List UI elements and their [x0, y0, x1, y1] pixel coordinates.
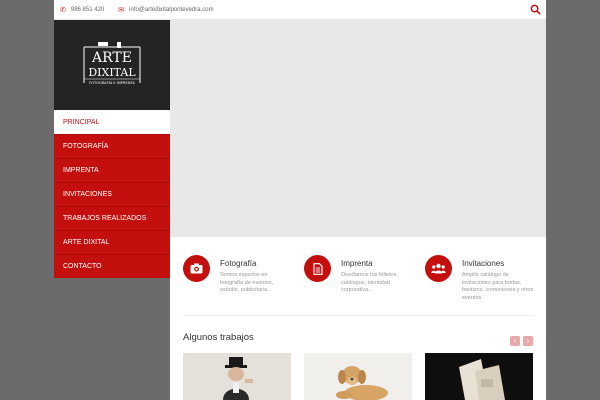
feature-title: Imprenta — [341, 259, 373, 268]
top-bar: ✆ 986 851 420 ✉ info@artedixitalponteved… — [54, 0, 546, 20]
work-thumbnail-2[interactable] — [304, 353, 412, 400]
phone-contact: ✆ 986 851 420 — [60, 6, 104, 14]
menu-item-fotografia[interactable]: FOTOGRAFÍA — [54, 134, 170, 158]
feature-title: Fotografía — [220, 259, 257, 268]
feature-imprenta[interactable]: Imprenta Diseñamos tus folletos, catálog… — [304, 255, 419, 295]
menu-item-trabajos-realizados[interactable]: TRABAJOS REALIZADOS — [54, 206, 170, 230]
feature-title: Invitaciones — [462, 259, 505, 268]
email-address[interactable]: info@artedixitalpontevedra.com — [129, 7, 213, 13]
main-menu: PRINCIPAL FOTOGRAFÍA IMPRENTA INVITACION… — [54, 110, 170, 278]
logo-graphic: ARTE DIXITAL FOTOGRAFÍA E IMPRENTA — [83, 42, 141, 85]
photo-golden-dog — [304, 353, 412, 400]
logo-tagline: FOTOGRAFÍA E IMPRENTA — [89, 80, 135, 85]
feature-desc: Diseñamos tus folletos, catálogos, ident… — [341, 272, 398, 293]
menu-item-contacto[interactable]: CONTACTO — [54, 254, 170, 278]
phone-number: 986 851 420 — [70, 6, 105, 13]
menu-item-invitaciones[interactable]: INVITACIONES — [54, 182, 170, 206]
logo-line2: DIXITAL — [88, 66, 136, 79]
section-divider — [183, 315, 533, 316]
menu-item-arte-dixital[interactable]: ARTE DIXITAL — [54, 230, 170, 254]
work-thumbnail-1[interactable] — [183, 353, 291, 400]
photo-child-hat — [183, 353, 291, 400]
sidebar: ARTE DIXITAL FOTOGRAFÍA E IMPRENTA PRINC… — [54, 20, 170, 278]
feature-icon-circle — [183, 255, 210, 282]
group-icon — [431, 263, 446, 274]
feature-icon-circle — [425, 255, 452, 282]
hero-slider[interactable] — [170, 20, 546, 237]
main-content: Fotografía Somos expertos en fotografía … — [170, 237, 546, 400]
camera-icon — [190, 263, 203, 274]
menu-item-principal[interactable]: PRINCIPAL — [54, 110, 170, 134]
feature-fotografia[interactable]: Fotografía Somos expertos en fotografía … — [183, 255, 298, 295]
feature-desc: Amplio catálogo de invitaciones para bod… — [462, 272, 534, 301]
email-contact[interactable]: ✉ info@artedixitalpontevedra.com — [118, 6, 213, 14]
phone-icon: ✆ — [60, 6, 66, 14]
works-heading: Algunos trabajos — [183, 332, 254, 343]
chevron-left-icon[interactable]: ‹ — [510, 336, 520, 346]
envelope-icon: ✉ — [118, 6, 125, 14]
feature-desc: Somos expertos en fotografía de eventos,… — [220, 272, 274, 293]
feature-invitaciones[interactable]: Invitaciones Amplio catálogo de invitaci… — [425, 255, 540, 302]
chevron-right-icon[interactable]: › — [523, 336, 533, 346]
menu-item-imprenta[interactable]: IMPRENTA — [54, 158, 170, 182]
work-thumbnail-3[interactable] — [425, 353, 533, 400]
logo[interactable]: ARTE DIXITAL FOTOGRAFÍA E IMPRENTA — [54, 20, 170, 110]
logo-line1: ARTE — [91, 50, 132, 66]
photo-invitation-cards — [425, 353, 533, 400]
document-icon — [312, 262, 323, 275]
search-icon[interactable] — [530, 4, 541, 15]
feature-icon-circle — [304, 255, 331, 282]
